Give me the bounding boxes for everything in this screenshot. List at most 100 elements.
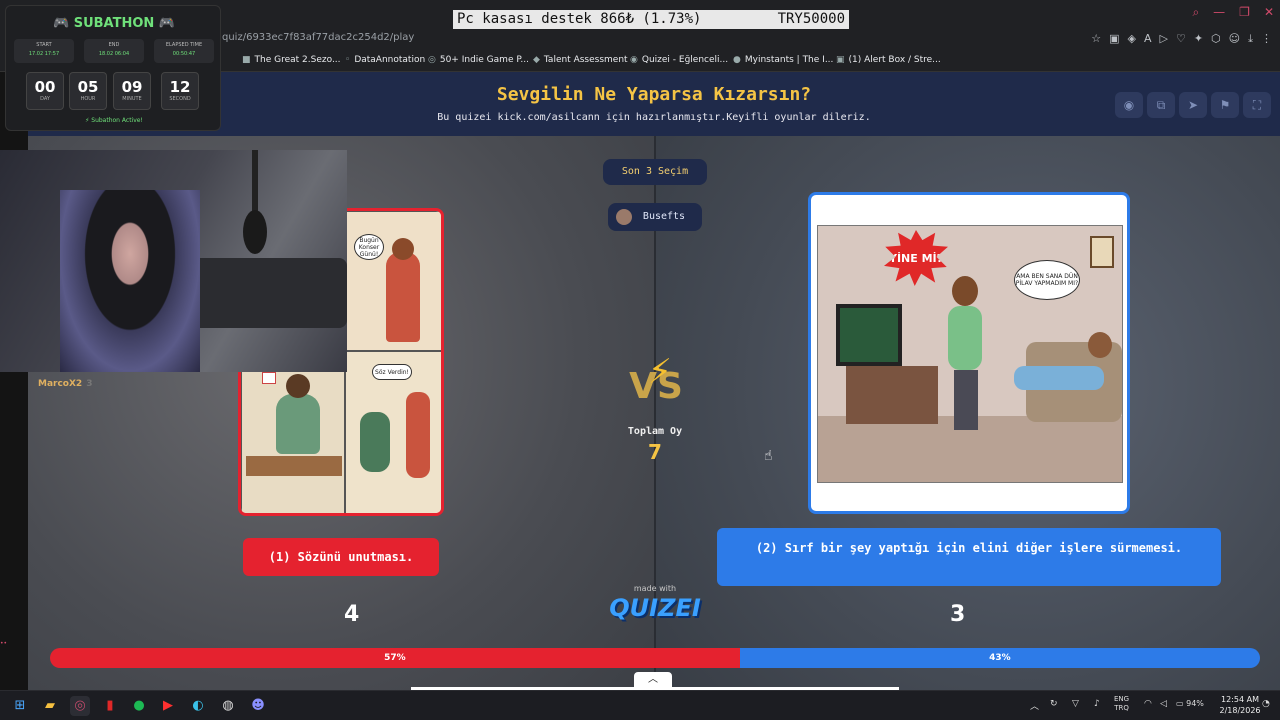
bookmark-icon[interactable]: ☆ <box>1091 32 1101 46</box>
end-box: END 18.02 06:04 <box>84 39 144 63</box>
heart-icon[interactable]: ♡ <box>1176 32 1186 46</box>
puzzle-icon[interactable]: ⬡ <box>1211 32 1221 46</box>
day-value: 00 <box>34 78 56 96</box>
notification-icon[interactable]: ◔ <box>1262 699 1270 709</box>
angry-burst: YİNE Mİ? <box>884 230 948 286</box>
second-label: SECOND <box>169 96 191 102</box>
app-icon[interactable]: ▮ <box>100 696 120 716</box>
option-1-votes: 4 <box>344 602 360 627</box>
bookmark-item[interactable]: ◆ Talent Assessment <box>533 55 628 65</box>
streamer-figure <box>60 190 200 372</box>
bookmark-item[interactable]: ■ The Great 2.Sezo... <box>242 55 341 65</box>
option-1-percent-bar: 57% <box>50 648 740 668</box>
minute-counter: 09 MINUTE <box>113 72 151 110</box>
speech-bubble: Bugün Konser Günü! <box>354 234 384 260</box>
desk-shape <box>246 456 342 476</box>
second-value: 12 <box>169 78 191 96</box>
edge-icon[interactable]: ◐ <box>188 696 208 716</box>
lang-bottom: TRQ <box>1114 704 1129 712</box>
send-icon[interactable]: ➤ <box>1179 92 1207 118</box>
extension-icons: ☆ ▣ ◈ A ▷ ♡ ✦ ⬡ ☺ ⤓ ⋮ <box>1091 32 1272 46</box>
woman-figure <box>386 252 420 342</box>
extension-icon[interactable]: ✦ <box>1194 32 1203 46</box>
avatar <box>616 209 632 225</box>
search-icon[interactable]: ⌕ <box>1192 5 1199 20</box>
second-counter: 12 SECOND <box>161 72 199 110</box>
clock-date: 2/18/2026 <box>1219 706 1261 715</box>
discord-icon[interactable]: ☻ <box>248 696 268 716</box>
fullscreen-icon[interactable]: ⛶ <box>1243 92 1271 118</box>
head-figure <box>286 374 310 398</box>
eye-icon[interactable]: ◉ <box>1115 92 1143 118</box>
browser-icon[interactable]: ◎ <box>70 696 90 716</box>
bookmark-item[interactable]: ▣ (1) Alert Box / Stre... <box>836 55 941 65</box>
hour-value: 05 <box>77 78 99 96</box>
subathon-overlay: 🎮 SUBATHON 🎮 START 17.02 17:57 END 18.02… <box>5 5 221 131</box>
tv-screen <box>836 304 902 366</box>
tray-chevron-icon[interactable]: ︿ <box>1030 699 1039 712</box>
bookmark-item[interactable]: ◉ Quizei - Eğlenceli... <box>630 55 728 65</box>
hour-counter: 05 HOUR <box>69 72 107 110</box>
guitar-body <box>243 210 267 254</box>
minimize-icon[interactable]: — <box>1213 5 1225 20</box>
share-icon[interactable]: ⧉ <box>1147 92 1175 118</box>
comic-panel: Bugün Konser Günü! <box>345 211 441 351</box>
option-2-label[interactable]: (2) Sırf bir şey yaptığı için elini diğe… <box>717 528 1221 586</box>
man-figure <box>276 394 320 454</box>
last-voter-name: Busefts <box>642 211 686 222</box>
battery-indicator[interactable]: ▭ 94% <box>1176 699 1204 708</box>
start-box: START 17.02 17:57 <box>14 39 74 63</box>
language-indicator[interactable]: ENG TRQ <box>1114 695 1129 713</box>
head-figure <box>1088 332 1112 358</box>
day-counter: 00 DAY <box>26 72 64 110</box>
option-2-votes: 3 <box>950 602 966 627</box>
youtube-icon[interactable]: ▶ <box>158 696 178 716</box>
maximize-icon[interactable]: ❐ <box>1239 5 1250 20</box>
mic-icon[interactable]: ♪ <box>1094 699 1100 709</box>
last-choices-badge: Son 3 Seçim <box>603 159 707 185</box>
menu-icon[interactable]: ⋮ <box>1261 32 1272 46</box>
day-label: DAY <box>40 96 50 102</box>
end-value: 18.02 06:04 <box>98 51 130 57</box>
chevron-up-icon[interactable]: ︿ <box>634 672 672 688</box>
shield-icon[interactable]: ◈ <box>1127 32 1135 46</box>
total-votes-value: 7 <box>648 440 662 464</box>
lightning-icon: ⚡ <box>648 352 672 392</box>
translate-icon[interactable]: A <box>1144 32 1152 46</box>
close-icon[interactable]: ✕ <box>1264 5 1274 20</box>
head-figure <box>952 276 978 306</box>
volume-icon[interactable]: ◁ <box>1160 699 1167 709</box>
calendar-icon <box>262 372 276 384</box>
mouse-cursor-icon: ☝ <box>764 448 773 464</box>
download-icon[interactable]: ⤓ <box>1248 32 1253 46</box>
wifi-icon[interactable]: ◠ <box>1144 699 1152 709</box>
option-1-label[interactable]: (1) Sözünü unutması. <box>243 538 439 576</box>
goal-target: TRY50000 <box>777 11 845 27</box>
chat-message: MarcoX2 3 <box>38 379 92 389</box>
side-marker: •• <box>0 640 8 647</box>
speech-bubble: AMA BEN SANA DÜN PİLAV YAPMADIM MI? <box>1014 260 1080 300</box>
option-2-card[interactable]: YİNE Mİ? AMA BEN SANA DÜN PİLAV YAPMADIM… <box>808 192 1130 514</box>
webcam-feed <box>0 150 347 372</box>
quizei-logo[interactable]: QUIZEI <box>608 594 702 622</box>
play-icon[interactable]: ▷ <box>1159 32 1167 46</box>
bookmark-item[interactable]: ◎ 50+ Indie Game P... <box>428 55 529 65</box>
picture-frame <box>1090 236 1114 268</box>
steam-icon[interactable]: ◍ <box>218 696 238 716</box>
woman-figure <box>406 392 430 478</box>
spotify-icon[interactable]: ● <box>129 696 149 716</box>
system-clock[interactable]: 12:54 AM 2/18/2026 <box>1218 694 1262 716</box>
folder-icon[interactable]: ▰ <box>40 696 60 716</box>
sync-icon[interactable]: ↻ <box>1050 699 1058 709</box>
url-text[interactable]: quiz/6933ec7f83af77dac2c254d2/play <box>222 32 414 43</box>
windows-start-icon[interactable]: ⊞ <box>10 696 30 716</box>
bookmark-item[interactable]: ● Myinstants | The I... <box>733 55 833 65</box>
screenshot-icon[interactable]: ▣ <box>1109 32 1119 46</box>
subathon-title: 🎮 SUBATHON 🎮 <box>53 16 175 31</box>
vpn-icon[interactable]: ▽ <box>1072 699 1079 709</box>
profile-icon[interactable]: ☺ <box>1229 32 1240 46</box>
flag-icon[interactable]: ⚑ <box>1211 92 1239 118</box>
lang-top: ENG <box>1114 695 1130 703</box>
made-with-label: made with <box>633 584 677 593</box>
bookmark-item[interactable]: ◦ DataAnnotation <box>345 55 425 65</box>
